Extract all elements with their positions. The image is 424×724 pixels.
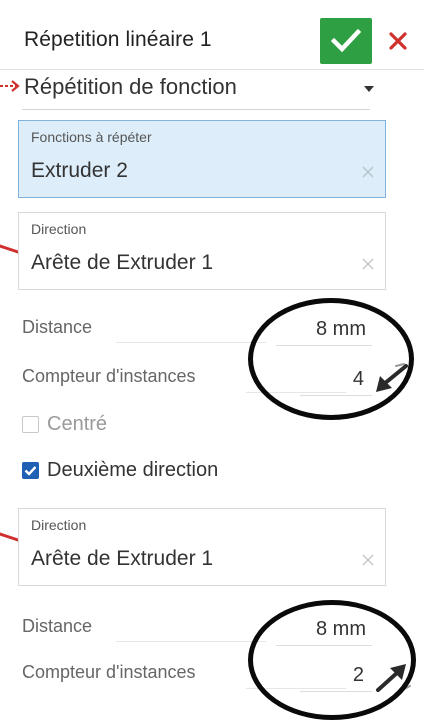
- close-icon: [389, 32, 407, 50]
- divider: [116, 641, 266, 642]
- distance1-input[interactable]: 8 mm: [280, 318, 366, 341]
- pattern-type-row: Répétition de fonction: [0, 70, 424, 114]
- centered-checkbox[interactable]: [22, 415, 39, 433]
- divider: [300, 691, 372, 692]
- pattern-type-value: Répétition de fonction: [24, 74, 237, 99]
- distance1-label: Distance: [22, 317, 93, 337]
- direction2-field-label: Direction: [31, 517, 87, 533]
- second-direction-label: Deuxième direction: [47, 458, 219, 481]
- direction1-field[interactable]: Direction Arête de Extruder 1: [18, 212, 386, 290]
- divider: [276, 645, 372, 646]
- distance2-input[interactable]: 8 mm: [280, 618, 366, 641]
- direction2-field-value: Arête de Extruder 1: [31, 547, 214, 570]
- clear-icon[interactable]: [361, 257, 375, 271]
- divider: [246, 392, 346, 393]
- annotation-arrow-icon: [0, 80, 20, 92]
- instance-count2-label: Compteur d'instances: [22, 662, 196, 682]
- pattern-type-select[interactable]: Répétition de fonction: [22, 70, 374, 110]
- linear-pattern-dialog: Répetition linéaire 1 Répétition de fonc…: [0, 0, 424, 724]
- accept-button[interactable]: [320, 18, 372, 64]
- divider: [116, 342, 266, 343]
- features-field-value: Extruder 2: [31, 159, 128, 182]
- direction1-field-value: Arête de Extruder 1: [31, 251, 214, 274]
- instance-count1-label: Compteur d'instances: [22, 366, 196, 386]
- direction2-field[interactable]: Direction Arête de Extruder 1: [18, 508, 386, 586]
- second-direction-checkbox[interactable]: [22, 461, 39, 479]
- centered-option[interactable]: Centré: [22, 410, 107, 438]
- flip-direction1-icon[interactable]: [370, 362, 410, 396]
- centered-label: Centré: [47, 412, 108, 435]
- features-field[interactable]: Fonctions à répéter Extruder 2: [18, 120, 386, 198]
- distance2-label: Distance: [22, 616, 93, 636]
- clear-icon[interactable]: [361, 553, 375, 567]
- checkmark-icon: [331, 28, 361, 53]
- flip-direction2-icon[interactable]: [372, 660, 412, 694]
- direction1-field-label: Direction: [31, 221, 87, 237]
- features-field-label: Fonctions à répéter: [31, 129, 152, 145]
- dialog-title: Répetition linéaire 1: [24, 28, 212, 51]
- second-direction-option[interactable]: Deuxième direction: [22, 456, 218, 484]
- chevron-down-icon: [364, 86, 374, 92]
- dialog-header: Répetition linéaire 1: [0, 12, 424, 70]
- divider: [246, 688, 346, 689]
- cancel-button[interactable]: [381, 26, 415, 56]
- annotation-circle: [248, 298, 414, 420]
- check-icon: [24, 465, 37, 476]
- clear-icon[interactable]: [361, 165, 375, 179]
- instance-count1-input[interactable]: 4: [320, 368, 364, 391]
- instance-count2-input[interactable]: 2: [320, 664, 364, 687]
- divider: [276, 345, 372, 346]
- divider: [300, 395, 372, 396]
